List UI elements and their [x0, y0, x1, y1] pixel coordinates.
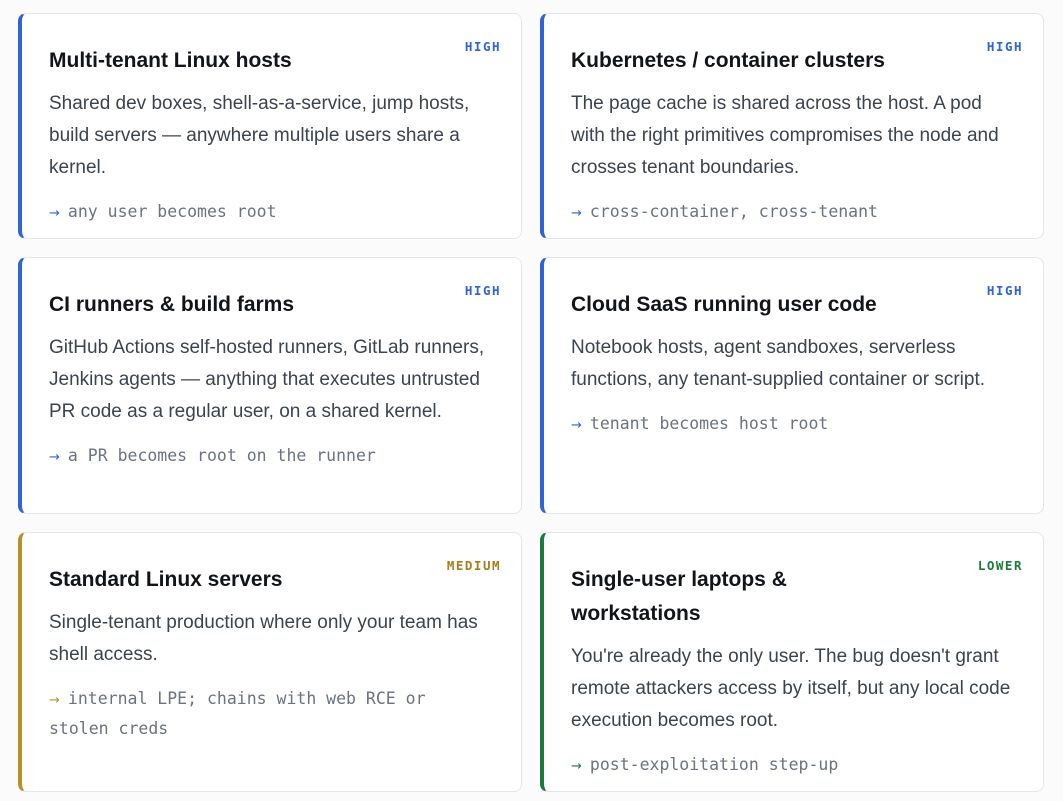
card-title: Standard Linux servers [49, 568, 283, 591]
card-cloud-saas: HIGH Cloud SaaS running user code Notebo… [540, 257, 1044, 514]
card-title: Cloud SaaS running user code [571, 293, 877, 316]
card-standard-linux-servers: MEDIUM Standard Linux servers Single-ten… [18, 532, 522, 792]
card-description: You're already the only user. The bug do… [571, 646, 1011, 731]
severity-badge: HIGH [986, 283, 1023, 298]
arrow-right-icon: → [49, 206, 60, 221]
arrow-right-icon: → [571, 206, 582, 221]
card-title: CI runners & build farms [49, 293, 295, 316]
card-impact: → post-exploitation step-up [571, 751, 1017, 781]
card-title: Multi-tenant Linux hosts [49, 49, 292, 72]
arrow-right-icon: → [571, 418, 582, 433]
card-description: Single-tenant production where only your… [49, 612, 478, 665]
card-impact: → any user becomes root [49, 198, 495, 228]
card-impact: → a PR becomes root on the runner [49, 442, 495, 472]
arrow-right-icon: → [49, 450, 60, 465]
card-description: The page cache is shared across the host… [571, 93, 999, 178]
severity-badge: MEDIUM [446, 558, 501, 573]
card-kubernetes: HIGH Kubernetes / container clusters The… [540, 13, 1044, 239]
card-impact: → internal LPE; chains with web RCE or st… [49, 685, 495, 743]
impact-text: cross-container, cross-tenant [589, 202, 878, 221]
impact-text: internal LPE; chains with web RCE or sto… [49, 689, 426, 738]
severity-badge: HIGH [464, 283, 501, 298]
arrow-right-icon: → [49, 693, 60, 708]
threat-grid: HIGH Multi-tenant Linux hosts Shared dev… [18, 13, 1044, 792]
card-title: Single-user laptops & workstations [571, 568, 787, 625]
card-description: GitHub Actions self-hosted runners, GitL… [49, 337, 485, 422]
impact-text: tenant becomes host root [589, 414, 829, 433]
card-single-user-laptops: LOWER Single-user laptops & workstations… [540, 532, 1044, 792]
card-description: Shared dev boxes, shell-as-a-service, ju… [49, 93, 470, 178]
card-impact: → cross-container, cross-tenant [571, 198, 1017, 228]
card-multi-tenant-linux: HIGH Multi-tenant Linux hosts Shared dev… [18, 13, 522, 239]
card-title: Kubernetes / container clusters [571, 49, 885, 72]
impact-text: any user becomes root [67, 202, 277, 221]
arrow-right-icon: → [571, 759, 582, 774]
card-impact: → tenant becomes host root [571, 410, 1017, 440]
impact-text: a PR becomes root on the runner [67, 446, 376, 465]
severity-badge: HIGH [464, 39, 501, 54]
severity-badge: LOWER [977, 558, 1023, 573]
impact-text: post-exploitation step-up [589, 755, 839, 774]
severity-badge: HIGH [986, 39, 1023, 54]
card-description: Notebook hosts, agent sandboxes, serverl… [571, 337, 986, 390]
card-ci-runners: HIGH CI runners & build farms GitHub Act… [18, 257, 522, 514]
